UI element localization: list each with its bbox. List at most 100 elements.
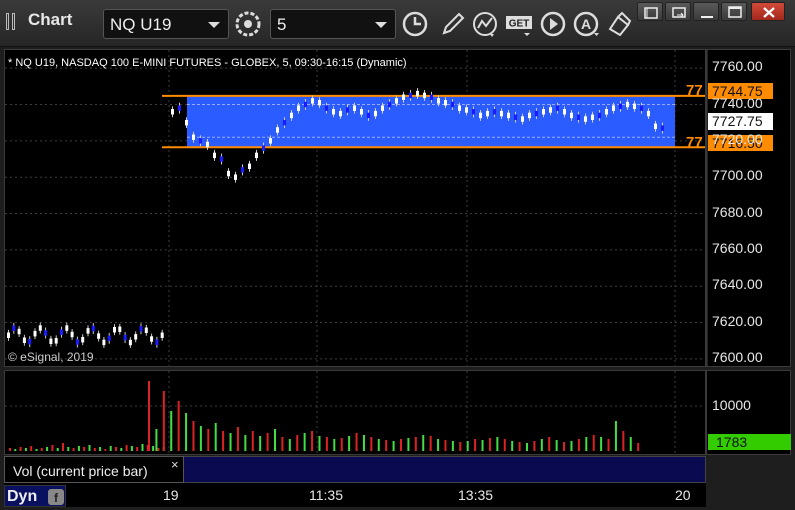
candle [17,328,21,335]
volume-bar [311,431,314,451]
time-axis[interactable] [4,483,706,507]
candle [612,105,615,111]
candle [465,107,468,113]
candle [402,94,405,100]
candle [128,339,132,346]
time-tick: 19 [163,487,179,503]
volume-bar [466,441,469,451]
candle [339,110,342,117]
candle [528,112,531,119]
volume-bar [77,446,80,451]
candle [444,99,447,106]
maximize-icon[interactable] [721,2,747,21]
link-icon[interactable] [233,9,263,39]
candle [640,105,643,111]
restore-icon[interactable] [665,2,691,21]
candle [535,110,538,117]
price-tick: 7640.00 [712,276,763,293]
volume-bar [130,446,133,451]
candle [619,103,622,110]
volume-bar [51,445,54,451]
candle [185,119,188,126]
dynamic-mode-label: Dyn [7,488,38,505]
candle [199,138,202,144]
draw-pencil-icon[interactable] [438,9,468,39]
candle [563,109,566,115]
volume-bar [266,433,269,451]
candle [248,163,251,170]
volume-bar [157,448,160,451]
candle [160,332,164,338]
candle [91,325,95,332]
candle [311,98,314,104]
candle [647,110,650,117]
play-icon[interactable] [538,9,568,39]
volume-chart[interactable] [5,371,705,454]
volume-pane[interactable] [4,370,706,455]
candle [486,110,489,117]
volume-bar [614,421,617,451]
price-chart[interactable] [5,50,705,366]
volume-bar [46,447,49,451]
volume-bar [19,447,22,451]
volume-bar [496,437,499,451]
grip-icon[interactable] [6,13,16,30]
volume-bar [340,438,343,451]
candle [150,336,154,342]
cursor-icon[interactable] [604,9,634,39]
close-icon[interactable] [751,2,785,21]
studies-icon[interactable] [470,9,500,39]
volume-bar [40,448,43,451]
candle [430,94,433,100]
price-pane[interactable] [4,49,706,367]
volume-bar [414,437,417,451]
candle [374,110,377,117]
candle [118,326,122,332]
chart-title: * NQ U19, NASDAQ 100 E-MINI FUTURES - GL… [8,57,407,69]
dynamic-mode-button[interactable]: Dyn f [4,485,66,507]
price-tick: 7720.00 [712,130,763,147]
volume-bar [503,439,506,451]
volume-bar [548,437,551,451]
chevron-down-icon [208,22,220,28]
volume-bar [370,437,373,451]
close-study-icon[interactable]: × [171,457,179,472]
volume-bar [296,435,299,451]
volume-bar [155,429,158,451]
volume-bar [348,436,351,451]
candle [423,92,426,99]
volume-study-tab[interactable]: Vol (current price bar) × [4,456,184,483]
price-tick: 7620.00 [712,312,763,329]
volume-bar [259,436,262,451]
candle [220,156,223,162]
volume-bar [274,429,276,451]
draw-a-icon[interactable]: A [572,9,602,39]
volume-bar [577,439,580,451]
symbol-select[interactable]: NQ U19 [103,9,229,39]
minimize-icon[interactable] [693,2,719,21]
volume-bar [526,443,528,451]
candle [549,107,552,113]
candle [500,110,503,117]
volume-bar [99,447,102,451]
volume-bar [199,426,202,451]
volume-bar [444,440,447,451]
get-icon[interactable]: GET [504,9,534,39]
candle [633,103,636,110]
toolbar: Chart NQ U19 5 GET A [0,0,795,47]
candle [22,337,26,343]
candle [290,112,293,119]
candle [304,101,307,108]
range-high-marker: 77 [686,82,703,99]
time-template-icon[interactable] [400,9,430,39]
volume-bar [93,448,96,451]
volume-bar [222,431,225,451]
candle [178,105,181,111]
volume-bar [62,443,64,451]
interval-select[interactable]: 5 [270,9,396,39]
volume-bar [400,439,402,451]
candle [479,112,482,119]
volume-bar [229,433,232,451]
lock-icon[interactable] [637,2,663,21]
candle [144,327,148,334]
